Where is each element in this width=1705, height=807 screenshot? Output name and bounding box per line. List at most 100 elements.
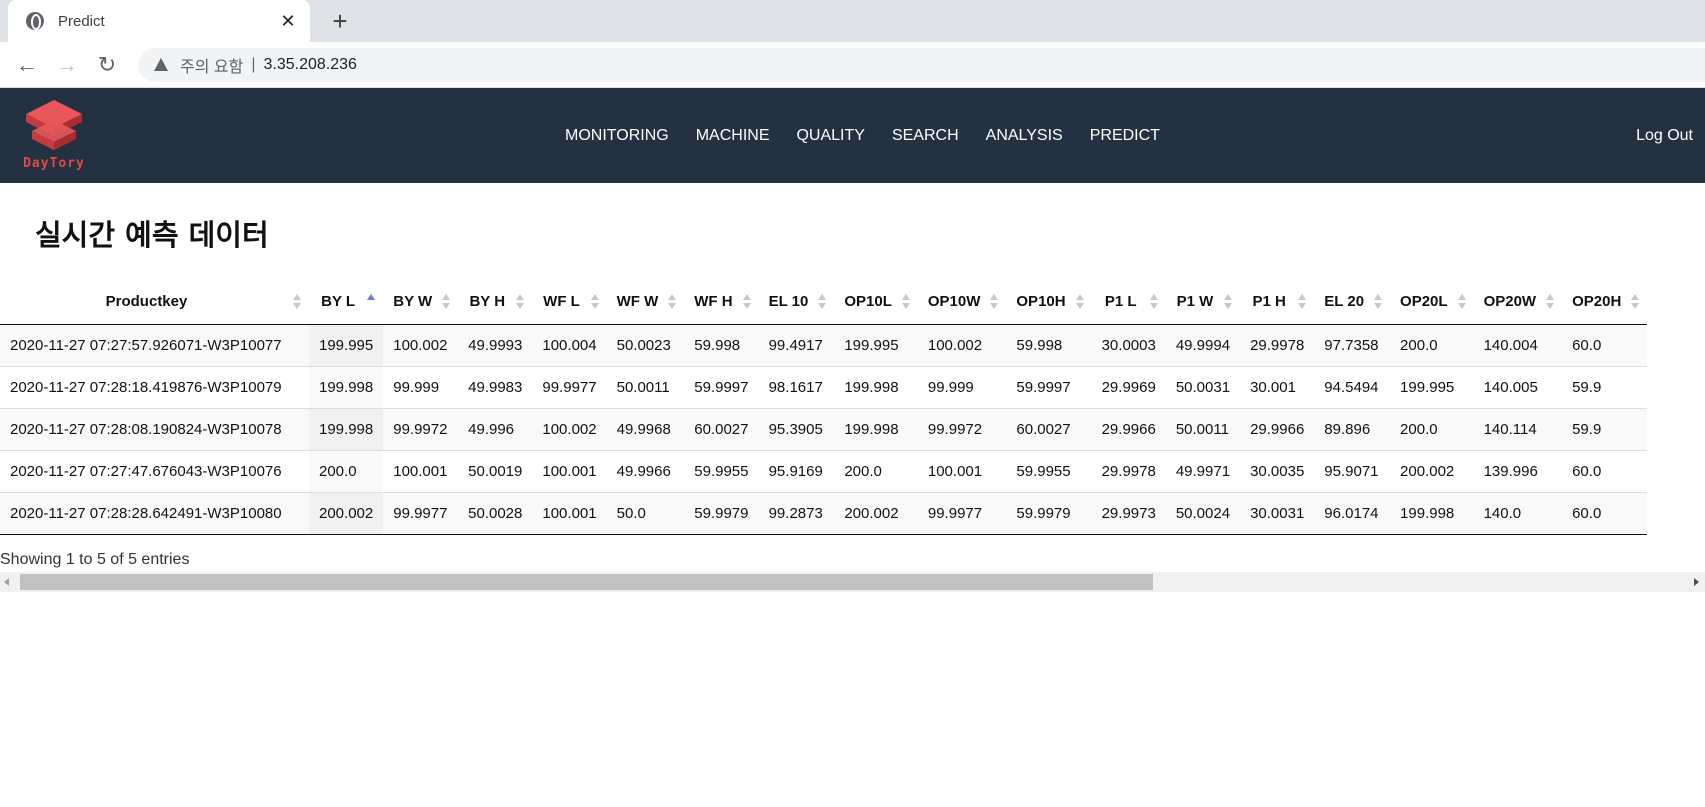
column-header-label: BY L — [321, 293, 356, 311]
table-cell: 59.9 — [1562, 365, 1648, 408]
globe-icon — [26, 12, 44, 30]
column-header[interactable]: OP10H — [1006, 280, 1092, 325]
back-button[interactable]: ← — [14, 52, 40, 78]
scroll-left-arrow-icon[interactable] — [4, 578, 9, 586]
scroll-right-arrow-icon[interactable] — [1694, 578, 1699, 586]
column-header[interactable]: WF W — [606, 280, 685, 325]
forward-button[interactable]: → — [54, 52, 80, 78]
table-cell: 95.3905 — [758, 407, 835, 450]
column-header[interactable]: BY H — [458, 280, 533, 325]
table-cell: 100.001 — [383, 449, 459, 492]
column-header[interactable]: WF L — [532, 280, 607, 325]
table-cell: 100.002 — [532, 407, 607, 450]
sort-arrows-icon[interactable] — [1546, 294, 1555, 310]
table-cell: 60.0 — [1562, 491, 1648, 535]
close-tab-icon[interactable]: ✕ — [278, 11, 298, 32]
table-row[interactable]: 2020-11-27 07:27:57.926071-W3P10077 199.9… — [0, 324, 1648, 366]
column-header-label: BY H — [469, 293, 506, 311]
scrollbar-thumb[interactable] — [20, 574, 1153, 590]
url-text[interactable]: 3.35.208.236 — [263, 56, 356, 74]
column-header[interactable]: OP20W — [1473, 280, 1563, 325]
table-row[interactable]: 2020-11-27 07:28:18.419876-W3P10079 199.9… — [0, 365, 1648, 408]
sort-arrows-icon[interactable] — [1149, 294, 1158, 310]
table-cell: 2020-11-27 07:27:57.926071-W3P10077 — [0, 324, 309, 366]
table-cell: 59.9997 — [1006, 365, 1092, 408]
column-header[interactable]: OP10W — [917, 280, 1007, 325]
table-cell: 50.0019 — [458, 449, 533, 492]
column-header[interactable]: OP20H — [1562, 280, 1648, 325]
horizontal-scrollbar[interactable] — [0, 572, 1705, 592]
column-header[interactable]: EL 20 — [1314, 280, 1391, 325]
sort-arrows-icon[interactable] — [990, 294, 999, 310]
sort-arrows-icon[interactable] — [1298, 294, 1307, 310]
column-header-label: OP20W — [1483, 293, 1537, 311]
sort-arrows-icon[interactable] — [901, 294, 910, 310]
sort-arrows-icon[interactable] — [293, 294, 301, 310]
column-header[interactable]: P1 H — [1240, 280, 1315, 325]
table-cell: 98.1617 — [758, 365, 835, 408]
column-header-label: OP20L — [1400, 293, 1448, 311]
column-header[interactable]: OP20L — [1390, 280, 1474, 325]
table-cell: 200.0 — [1390, 407, 1474, 450]
column-header[interactable]: P1 W — [1165, 280, 1241, 325]
reload-button[interactable]: ↻ — [94, 52, 120, 78]
sort-arrows-icon[interactable] — [1631, 294, 1640, 310]
column-header[interactable]: WF H — [684, 280, 759, 325]
sort-arrows-icon[interactable] — [1457, 294, 1466, 310]
nav-monitoring[interactable]: MONITORING — [565, 127, 669, 145]
column-header[interactable]: Productkey — [0, 280, 309, 325]
table-cell: 99.999 — [383, 365, 459, 408]
table-cell: 2020-11-27 07:28:18.419876-W3P10079 — [0, 365, 309, 408]
sort-arrows-icon[interactable] — [516, 294, 525, 310]
warning-icon[interactable] — [154, 58, 168, 71]
logout-link[interactable]: Log Out — [1636, 88, 1693, 183]
table-cell: 30.001 — [1240, 365, 1315, 408]
sort-arrows-icon[interactable] — [442, 294, 451, 310]
nav-analysis[interactable]: ANALYSIS — [986, 127, 1063, 145]
column-header-label: OP20H — [1572, 293, 1622, 311]
nav-search[interactable]: SEARCH — [892, 127, 959, 145]
column-header[interactable]: BY L — [309, 280, 384, 325]
column-header[interactable]: BY W — [383, 280, 459, 325]
table-row[interactable]: 2020-11-27 07:28:28.642491-W3P10080 200.0… — [0, 491, 1648, 535]
table-cell: 50.0024 — [1165, 491, 1241, 535]
table-cell: 94.5494 — [1314, 365, 1391, 408]
table-row[interactable]: 2020-11-27 07:27:47.676043-W3P10076 200.0… — [0, 449, 1648, 492]
security-label[interactable]: 주의 요함 — [180, 53, 243, 77]
new-tab-button[interactable]: + — [326, 6, 354, 36]
sort-arrows-icon[interactable] — [1075, 294, 1084, 310]
table-cell: 49.9968 — [606, 407, 685, 450]
predict-table: Productkey BY L BY W BY H WF L WF W WF H EL 10 O… — [0, 280, 1648, 535]
table-cell: 49.9994 — [1165, 324, 1241, 366]
table-cell: 200.0 — [1390, 324, 1474, 366]
table-cell: 29.9966 — [1091, 407, 1166, 450]
nav-predict[interactable]: PREDICT — [1090, 127, 1160, 145]
sort-arrows-icon[interactable] — [367, 294, 376, 310]
url-bar[interactable]: 주의 요함 | 3.35.208.236 — [138, 47, 1705, 82]
table-cell: 59.9979 — [684, 491, 759, 535]
sort-arrows-icon[interactable] — [668, 294, 677, 310]
column-header[interactable]: P1 L — [1091, 280, 1166, 325]
column-header-label: WF H — [694, 293, 733, 311]
table-cell: 49.9971 — [1165, 449, 1241, 492]
sort-arrows-icon[interactable] — [1224, 294, 1233, 310]
nav-machine[interactable]: MACHINE — [696, 127, 770, 145]
table-row[interactable]: 2020-11-27 07:28:08.190824-W3P10078 199.9… — [0, 407, 1648, 450]
table-cell: 200.002 — [1390, 449, 1474, 492]
table-scroll-area[interactable]: Productkey BY L BY W BY H WF L WF W WF H EL 10 O… — [0, 280, 1705, 535]
sort-arrows-icon[interactable] — [742, 294, 751, 310]
column-header[interactable]: OP10L — [834, 280, 918, 325]
column-header-label: Productkey — [105, 293, 188, 311]
table-cell: 30.0003 — [1091, 324, 1166, 366]
sort-arrows-icon[interactable] — [590, 294, 599, 310]
table-cell: 200.002 — [309, 491, 384, 535]
column-header[interactable]: EL 10 — [758, 280, 835, 325]
browser-tab[interactable]: Predict ✕ — [8, 0, 310, 42]
table-cell: 60.0 — [1562, 449, 1648, 492]
daytory-logo[interactable]: DayTory — [12, 96, 96, 176]
sort-arrows-icon[interactable] — [818, 294, 827, 310]
sort-arrows-icon[interactable] — [1374, 294, 1383, 310]
table-cell: 49.9966 — [606, 449, 685, 492]
nav-quality[interactable]: QUALITY — [796, 127, 864, 145]
table-cell: 2020-11-27 07:28:28.642491-W3P10080 — [0, 491, 309, 535]
